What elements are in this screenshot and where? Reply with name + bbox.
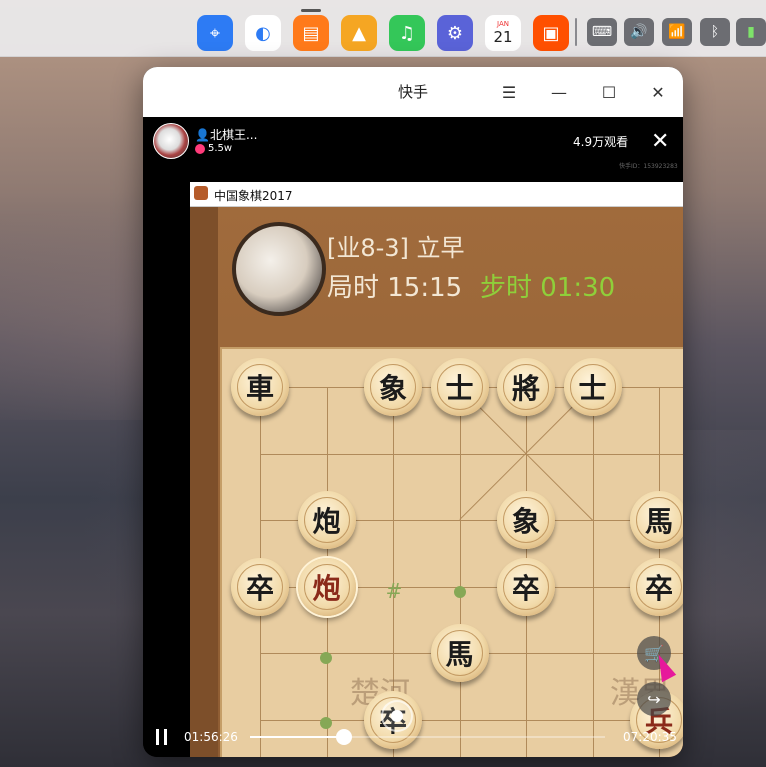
opponent-name: [业8-3] 立早 (327, 234, 465, 262)
game-app-titlebar: 中国象棋2017 (190, 182, 683, 207)
menu-icon[interactable]: ☰ (496, 79, 522, 105)
game-timer: 局时 15:15 (327, 273, 463, 303)
chess-piece[interactable]: 士 (430, 358, 489, 416)
kuaishou-window: 快手 ☰ — ☐ ✕ 👤北棋王... 5.5w 4.9万观看 ✕ 快手ID：15… (143, 67, 683, 757)
calendar-month: JAN (497, 20, 509, 28)
progress-knob[interactable] (336, 729, 353, 745)
pause-button[interactable] (156, 729, 170, 745)
piece-label: 車 (245, 372, 274, 405)
minimize-icon[interactable]: — (546, 79, 572, 105)
piece-label: 象 (378, 372, 407, 405)
photos-icon[interactable]: ▲ (341, 15, 377, 51)
streamer-avatar[interactable] (153, 123, 189, 159)
piece-label: 士 (578, 372, 607, 405)
user-icon: 👤 (195, 128, 210, 142)
piece-label: 馬 (445, 638, 474, 671)
piece-label: 卒 (245, 571, 274, 605)
pause-icon (156, 729, 159, 745)
share-icon[interactable]: ↪ (637, 682, 671, 716)
chess-piece[interactable]: 馬 (430, 624, 489, 682)
chess-piece[interactable]: 象 (497, 491, 555, 549)
piece-label: 象 (511, 505, 540, 538)
chess-piece[interactable]: 士 (563, 358, 622, 416)
volume-icon[interactable]: 🔊 (624, 18, 654, 46)
dock-bar: ⌖ ◐ ▤ ▲ ♫ ⚙ JAN 21 ▣ ⌨ 🔊 📶 ᛒ ▮ (0, 0, 766, 57)
chess-piece[interactable]: 卒 (231, 557, 289, 616)
hint-dot (320, 652, 332, 664)
piece-label: 將 (511, 372, 540, 405)
game-app-title: 中国象棋2017 (214, 189, 293, 203)
bluetooth-icon[interactable]: ᛒ (700, 18, 730, 46)
chess-piece[interactable]: 車 (231, 358, 289, 416)
chess-piece[interactable]: 象 (364, 358, 422, 416)
chess-piece[interactable]: 馬 (630, 491, 683, 549)
live-video[interactable]: 👤北棋王... 5.5w 4.9万观看 ✕ 快手ID：153923283 中国象… (143, 117, 683, 757)
game-capture: 中国象棋2017 [业8-3] 立早 局时 15:15 步时 01:30 楚河 … (190, 182, 683, 757)
pause-icon (164, 729, 167, 745)
music-icon[interactable]: ♫ (389, 15, 425, 51)
heart-icon (195, 143, 205, 154)
wifi-icon[interactable]: 📶 (662, 18, 692, 46)
player-controls: 01:56:26 07:20:35 (143, 717, 683, 757)
board-line (260, 453, 683, 455)
current-time: 01:56:26 (184, 730, 238, 744)
chess-piece[interactable]: 將 (497, 358, 555, 416)
piece-label: 炮 (312, 505, 341, 538)
shopping-icon[interactable]: ▤ (293, 15, 329, 51)
chess-piece[interactable]: 炮 (297, 491, 356, 549)
game-side-panel (190, 207, 218, 757)
piece-label: 炮 (312, 571, 341, 605)
kuaishou-id: 快手ID：153923283 (619, 163, 678, 170)
keyboard-icon[interactable]: ⌨ (587, 18, 617, 46)
calendar-day: 21 (493, 28, 513, 46)
opponent-avatar (232, 222, 326, 316)
chess-piece[interactable]: 卒 (630, 557, 683, 616)
piece-label: 卒 (511, 571, 540, 605)
maximize-icon[interactable]: ☐ (596, 79, 622, 105)
close-stream-icon[interactable]: ✕ (651, 129, 669, 154)
dock-separator (575, 18, 577, 46)
streamer-name-text: 北棋王... (209, 128, 258, 142)
settings-icon[interactable]: ⚙ (437, 15, 473, 51)
piece-label: 士 (445, 372, 474, 405)
calendar-icon[interactable]: JAN 21 (485, 15, 521, 51)
app-store-icon[interactable]: ⌖ (197, 15, 233, 51)
likes-text: 5.5w (208, 143, 233, 154)
progress-track[interactable] (250, 729, 605, 745)
piece-label: 卒 (644, 571, 673, 605)
board-line (592, 387, 594, 757)
viewer-count: 4.9万观看 (573, 135, 629, 149)
chess-app-icon (194, 186, 208, 200)
kuaishou-icon[interactable]: ▣ (533, 15, 569, 51)
total-time: 07:20:35 (623, 730, 677, 744)
running-indicator (301, 9, 321, 12)
streamer-name[interactable]: 👤北棋王... (195, 126, 257, 143)
chess-piece[interactable]: 卒 (497, 557, 555, 616)
hint-dot (454, 586, 466, 598)
close-icon[interactable]: ✕ (645, 79, 671, 105)
progress-fill (250, 736, 345, 738)
move-target-marker: # (385, 579, 403, 603)
window-titlebar: 快手 ☰ — ☐ ✕ (143, 67, 683, 117)
likes-count: 5.5w (195, 143, 232, 154)
chess-piece[interactable]: 炮 (297, 557, 356, 616)
piece-label: 馬 (644, 505, 673, 538)
board-line (459, 387, 461, 757)
battery-icon[interactable]: ▮ (736, 18, 766, 46)
browser-icon[interactable]: ◐ (245, 15, 281, 51)
step-timer: 步时 01:30 (480, 273, 616, 303)
